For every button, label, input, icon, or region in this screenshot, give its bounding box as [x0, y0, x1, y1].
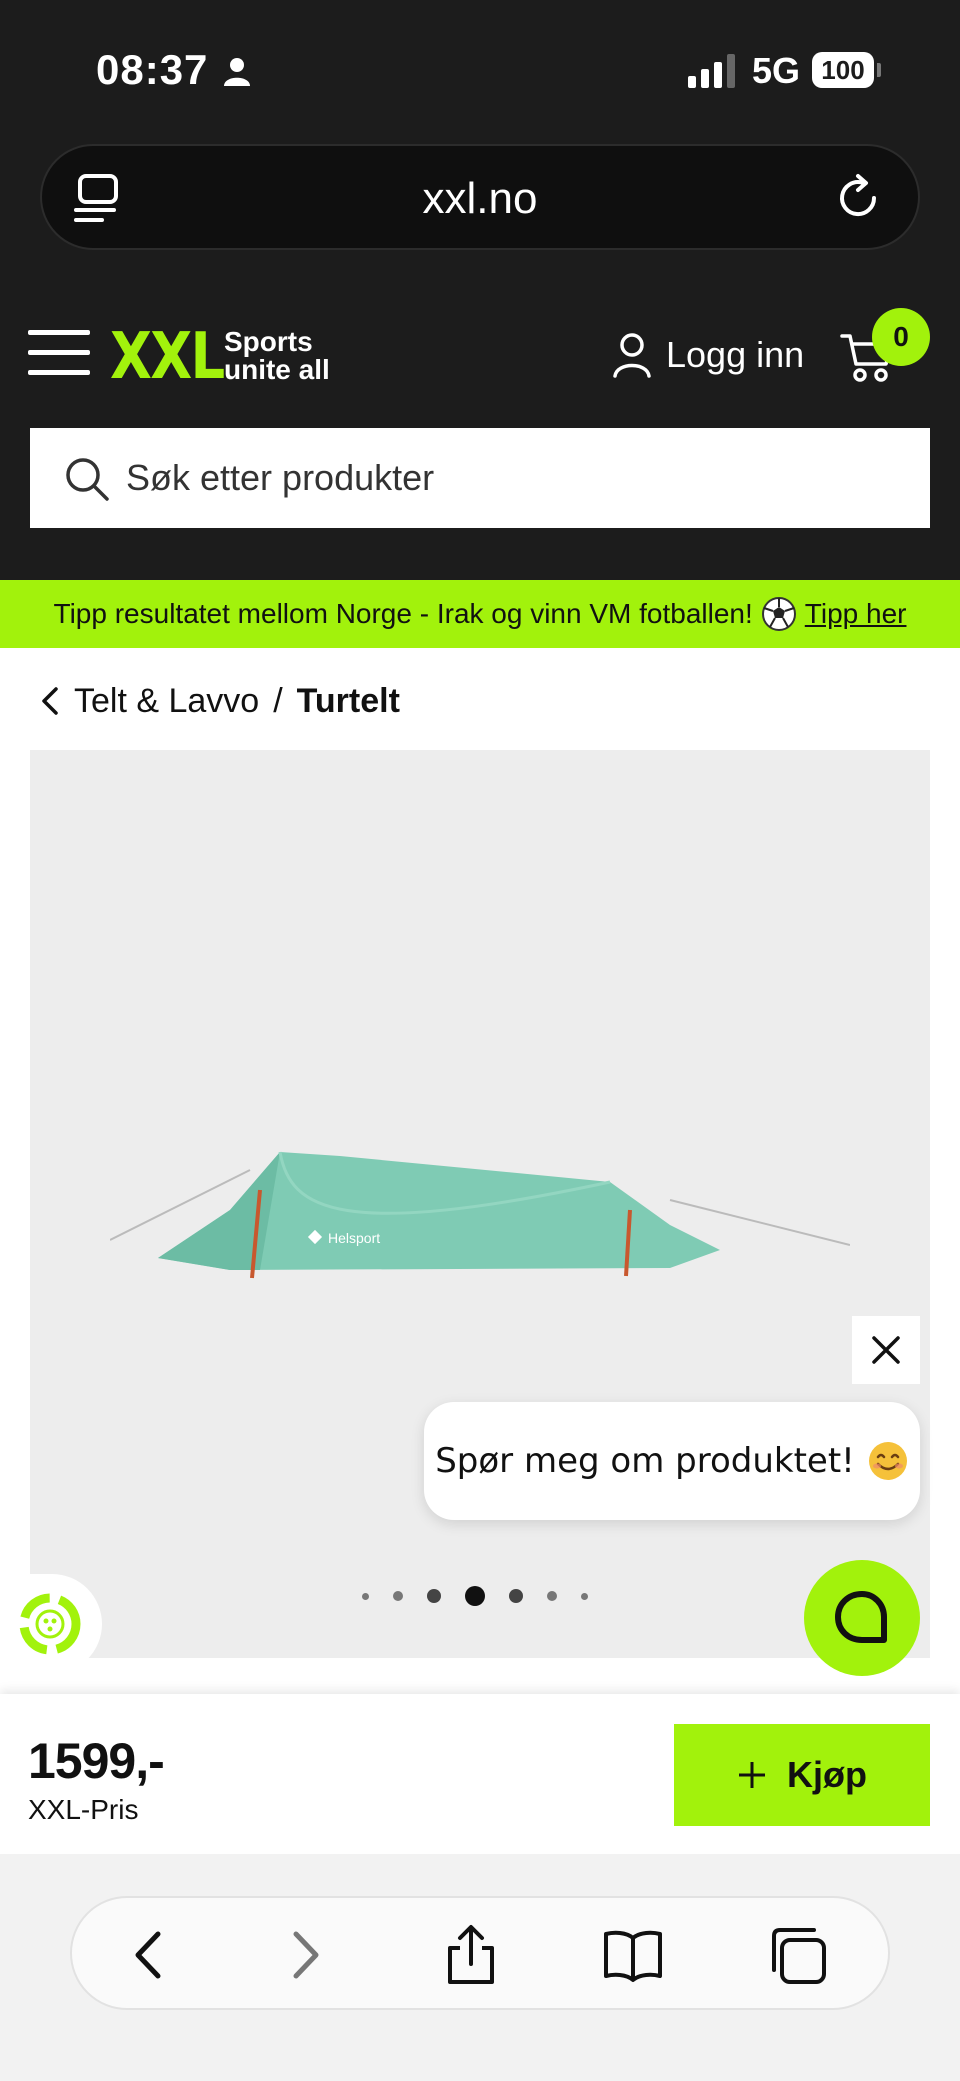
- recycle-icon: [19, 1593, 81, 1655]
- bookmarks-icon[interactable]: [602, 1924, 664, 1986]
- search-bar[interactable]: [30, 428, 930, 528]
- logo-tagline: Sports unite all: [224, 328, 330, 384]
- logo[interactable]: XXL: [110, 320, 225, 394]
- carousel-dots: [362, 1586, 588, 1606]
- status-time: 08:37: [96, 46, 209, 93]
- buy-label: Kjøp: [787, 1754, 867, 1795]
- browser-toolbar-pill: [70, 1896, 890, 2010]
- tent-image: Helsport: [110, 1151, 850, 1279]
- carousel-dot[interactable]: [547, 1591, 557, 1601]
- carousel-dot[interactable]: [427, 1589, 441, 1603]
- chat-icon: [835, 1591, 887, 1643]
- back-icon[interactable]: [118, 1924, 180, 1986]
- soccer-ball-icon: [761, 597, 796, 631]
- login-label: Logg inn: [666, 334, 805, 375]
- buy-button[interactable]: Kjøp: [674, 1724, 930, 1826]
- promo-banner: Tipp resultatet mellom Norge - Irak og v…: [0, 580, 960, 648]
- carousel-dot[interactable]: [581, 1592, 588, 1600]
- smile-emoji-icon: [868, 1442, 907, 1480]
- carousel-dot[interactable]: [393, 1591, 403, 1601]
- tagline-line-1: Sports: [224, 326, 313, 357]
- recycle-badge[interactable]: [0, 1574, 102, 1674]
- browser-toolbar: [0, 1854, 960, 2081]
- battery-tip: [877, 63, 881, 77]
- price: 1599,-: [28, 1733, 165, 1789]
- signal-icon: [688, 54, 735, 88]
- carousel-dot[interactable]: [509, 1589, 523, 1603]
- chevron-left-icon[interactable]: [40, 686, 60, 716]
- browser-url-area: xxl.no: [0, 140, 960, 280]
- carousel-dot[interactable]: [362, 1592, 369, 1600]
- search-input[interactable]: [126, 428, 906, 528]
- promo-link[interactable]: Tipp her: [805, 598, 907, 630]
- tagline-line-2: unite all: [224, 354, 330, 385]
- chat-button[interactable]: [804, 1560, 920, 1676]
- person-icon: [224, 58, 250, 86]
- purchase-bar: 1599,- XXL-Pris Kjøp: [0, 1694, 960, 1854]
- breadcrumb: Telt & Lavvo / Turtelt: [40, 676, 400, 726]
- login-button[interactable]: Logg inn: [612, 330, 804, 380]
- breadcrumb-parent[interactable]: Telt & Lavvo: [74, 682, 259, 721]
- plus-icon: [739, 1762, 765, 1788]
- url-text[interactable]: xxl.no: [42, 174, 918, 224]
- carousel-dot[interactable]: [465, 1586, 485, 1606]
- user-icon: [613, 333, 651, 378]
- battery-icon: 100: [812, 52, 874, 88]
- share-icon[interactable]: [440, 1924, 502, 1986]
- chat-prompt-text: Spør meg om produktet!: [435, 1441, 855, 1481]
- breadcrumb-separator: /: [273, 681, 283, 720]
- reload-icon[interactable]: [832, 172, 884, 224]
- product-image-carousel[interactable]: Helsport: [30, 750, 930, 1658]
- status-bar: 08:37 5G 100: [0, 0, 960, 140]
- price-label: XXL-Pris: [28, 1794, 139, 1825]
- cart-count-badge[interactable]: 0: [872, 308, 930, 366]
- brand-on-image: Helsport: [328, 1230, 380, 1246]
- tabs-icon[interactable]: [768, 1924, 830, 1986]
- breadcrumb-current: Turtelt: [296, 681, 400, 720]
- promo-text: Tipp resultatet mellom Norge - Irak og v…: [53, 598, 753, 629]
- search-icon: [66, 458, 109, 501]
- close-icon: [872, 1336, 900, 1364]
- site-header: XXL Sports unite all Logg inn 0: [0, 280, 960, 580]
- chat-prompt-bubble[interactable]: Spør meg om produktet!: [424, 1402, 920, 1520]
- menu-icon[interactable]: [28, 330, 90, 376]
- forward-icon[interactable]: [274, 1924, 336, 1986]
- address-bar[interactable]: xxl.no: [40, 144, 920, 250]
- network-label: 5G: [752, 50, 801, 91]
- close-chat-popup-button[interactable]: [852, 1316, 920, 1384]
